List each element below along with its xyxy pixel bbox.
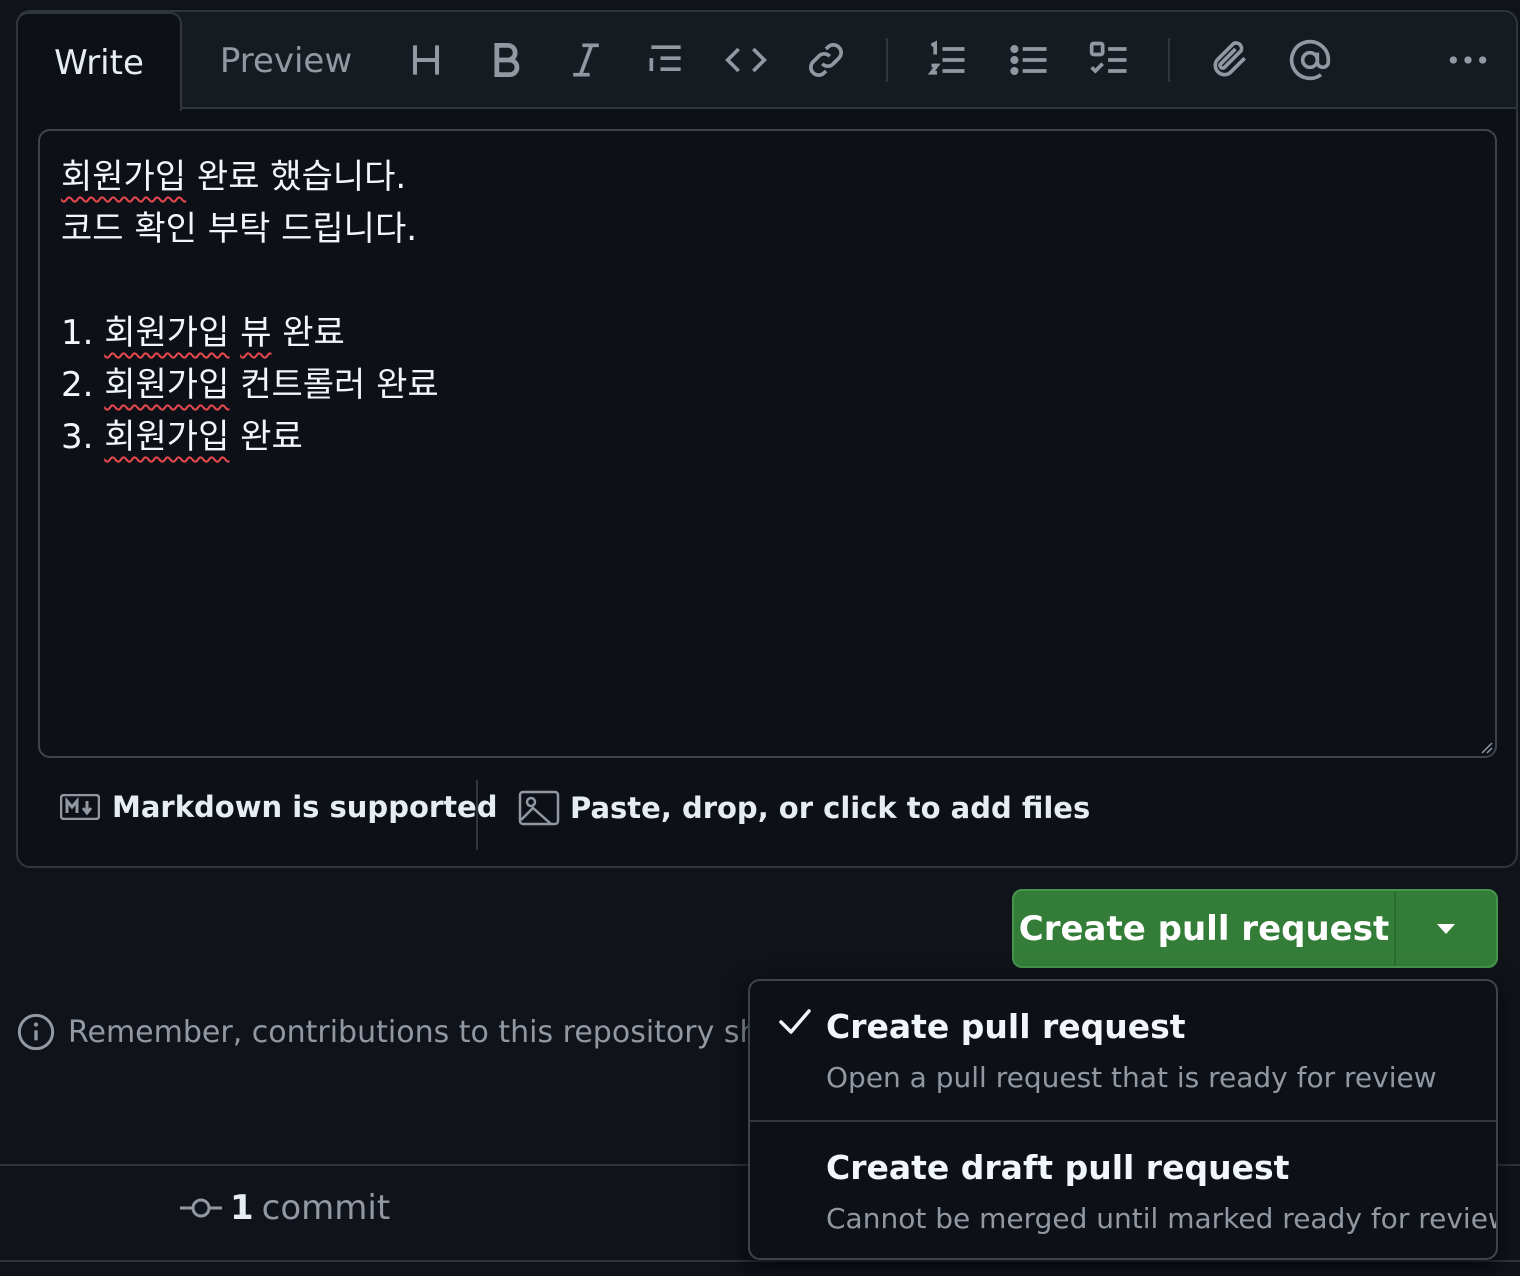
commit-label: commit [261,1188,391,1228]
menu-item-description: Cannot be merged until marked ready for … [826,1202,1498,1235]
tab-write[interactable]: Write [16,12,182,111]
more-icon[interactable] [1444,36,1492,84]
footer-divider [476,780,478,850]
editor-toolbar: Write Preview [16,12,1516,111]
text-line: 2. 회원가입 컨트롤러 완료 [61,365,439,405]
spellcheck-word: 뷰 [240,313,272,353]
info-icon [17,1013,55,1051]
spellcheck-word: 회원가입 [61,157,187,197]
add-files-label: Paste, drop, or click to add files [570,791,1091,825]
text-line: 3. 회원가입 완료 [61,417,303,457]
commits-tab[interactable]: 1 commit [180,1188,390,1228]
menu-item-title: Create draft pull request [826,1148,1290,1187]
create-pull-request-button[interactable]: Create pull request [1014,891,1394,966]
markdown-icon [60,794,100,820]
comment-textarea[interactable]: 회원가입 완료 했습니다. 코드 확인 부탁 드립니다. 1. 회원가입 뷰 완… [38,129,1497,758]
commit-count: 1 [230,1188,254,1228]
attach-icon[interactable] [1206,36,1254,84]
text-line: 회원가입 완료 했습니다. [61,157,407,197]
text-line [61,257,1474,309]
markdown-link[interactable]: Markdown is supported [60,790,497,824]
menu-item-description: Open a pull request that is ready for re… [826,1061,1437,1094]
caret-down-icon [1437,923,1455,934]
image-icon [518,790,560,826]
resize-handle-icon[interactable] [1477,738,1493,754]
heading-icon[interactable] [402,36,450,84]
create-pr-dropdown-menu: Create pull request Open a pull request … [748,979,1498,1260]
unordered-list-icon[interactable] [1006,36,1054,84]
spellcheck-word: 회원가입 [104,417,230,457]
divider [0,1260,1520,1262]
task-list-icon[interactable] [1086,36,1134,84]
notice-text: Remember, contributions to this reposito… [68,1014,756,1050]
toolbar-divider [1168,38,1170,82]
editor-footer: Markdown is supported Paste, drop, or cl… [18,776,1516,852]
italic-icon[interactable] [562,36,610,84]
add-files-button[interactable]: Paste, drop, or click to add files [518,790,1090,826]
mention-icon[interactable] [1286,36,1334,84]
check-icon [779,1009,811,1034]
contribution-notice: Remember, contributions to this reposito… [16,1008,756,1056]
menu-item-create-pr[interactable]: Create pull request Open a pull request … [750,981,1496,1119]
git-commit-icon [180,1198,222,1218]
menu-item-title: Create pull request [826,1007,1186,1046]
create-pr-button-group: Create pull request [1012,889,1498,968]
spellcheck-word: 회원가입 [104,365,230,405]
link-icon[interactable] [802,36,850,84]
comment-editor: Write Preview 회원가입 완료 했습니다. 코드 확인 부탁 드립니… [16,10,1518,868]
text-line: 코드 확인 부탁 드립니다. [61,209,418,249]
quote-icon[interactable] [642,36,690,84]
text-line: 1. 회원가입 뷰 완료 [61,313,345,353]
ordered-list-icon[interactable] [924,36,972,84]
bold-icon[interactable] [482,36,530,84]
toolbar-divider [886,38,888,82]
spellcheck-word: 회원가입 [104,313,230,353]
code-icon[interactable] [722,36,770,84]
markdown-label: Markdown is supported [112,790,498,824]
menu-item-create-draft-pr[interactable]: Create draft pull request Cannot be merg… [750,1120,1496,1258]
tab-preview[interactable]: Preview [206,12,366,109]
dropdown-toggle-button[interactable] [1396,891,1496,966]
